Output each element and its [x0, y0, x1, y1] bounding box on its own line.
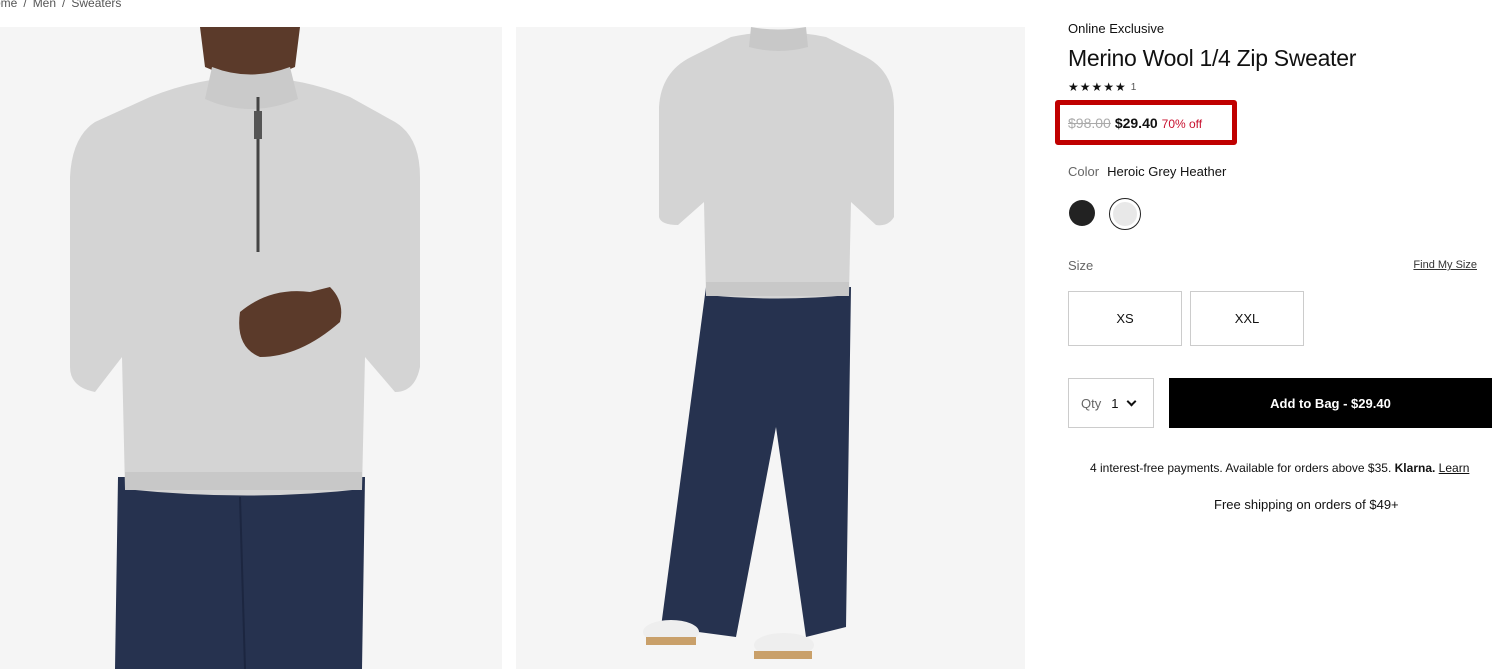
price-row: $98.00 $29.40 70% off: [1068, 115, 1202, 131]
find-my-size-link[interactable]: Find My Size: [1413, 259, 1477, 271]
color-swatch-black[interactable]: [1069, 200, 1095, 226]
color-row: Color Heroic Grey Heather: [1068, 164, 1226, 179]
quantity-value: 1: [1111, 395, 1119, 411]
quantity-select[interactable]: Qty 1: [1068, 378, 1154, 428]
breadcrumb-separator: /: [23, 0, 27, 10]
selected-color-name: Heroic Grey Heather: [1107, 164, 1227, 179]
product-title: Merino Wool 1/4 Zip Sweater: [1068, 45, 1357, 71]
klarna-learn-link[interactable]: Learn: [1439, 461, 1470, 475]
product-image-back-illustration: [516, 27, 1025, 669]
online-exclusive-badge: Online Exclusive: [1068, 21, 1165, 36]
color-label: Color: [1068, 164, 1100, 179]
product-image-front-illustration: [0, 27, 502, 669]
size-label: Size: [1068, 258, 1094, 273]
quantity-label: Qty: [1081, 395, 1102, 411]
rating-count: 1: [1130, 81, 1137, 93]
original-price: $98.00: [1068, 115, 1111, 131]
klarna-text: 4 interest-free payments. Available for …: [1090, 461, 1392, 475]
breadcrumb-separator: /: [62, 0, 66, 10]
klarna-brand: Klarna.: [1394, 461, 1436, 475]
product-image-front[interactable]: [0, 27, 502, 669]
rating-stars-icon: ★★★★★: [1068, 80, 1127, 94]
breadcrumb-home[interactable]: ome: [0, 0, 17, 10]
breadcrumb-men[interactable]: Men: [33, 0, 56, 10]
chevron-down-icon: [1127, 396, 1137, 406]
klarna-message: 4 interest-free payments. Available for …: [1090, 461, 1469, 475]
size-option-xxl[interactable]: XXL: [1190, 291, 1304, 346]
breadcrumb: ome / Men / Sweaters: [0, 0, 121, 10]
size-option-xs[interactable]: XS: [1068, 291, 1182, 346]
discount-label: 70% off: [1161, 117, 1203, 131]
product-image-back[interactable]: [516, 27, 1025, 669]
sale-price: $29.40: [1114, 115, 1158, 131]
breadcrumb-sweaters[interactable]: Sweaters: [71, 0, 121, 10]
color-swatch-heroic-grey-heather[interactable]: [1113, 202, 1137, 226]
product-rating[interactable]: ★★★★★ 1: [1068, 80, 1136, 94]
free-shipping-message: Free shipping on orders of $49+: [1214, 497, 1399, 512]
add-to-bag-button[interactable]: Add to Bag - $29.40: [1169, 378, 1492, 428]
